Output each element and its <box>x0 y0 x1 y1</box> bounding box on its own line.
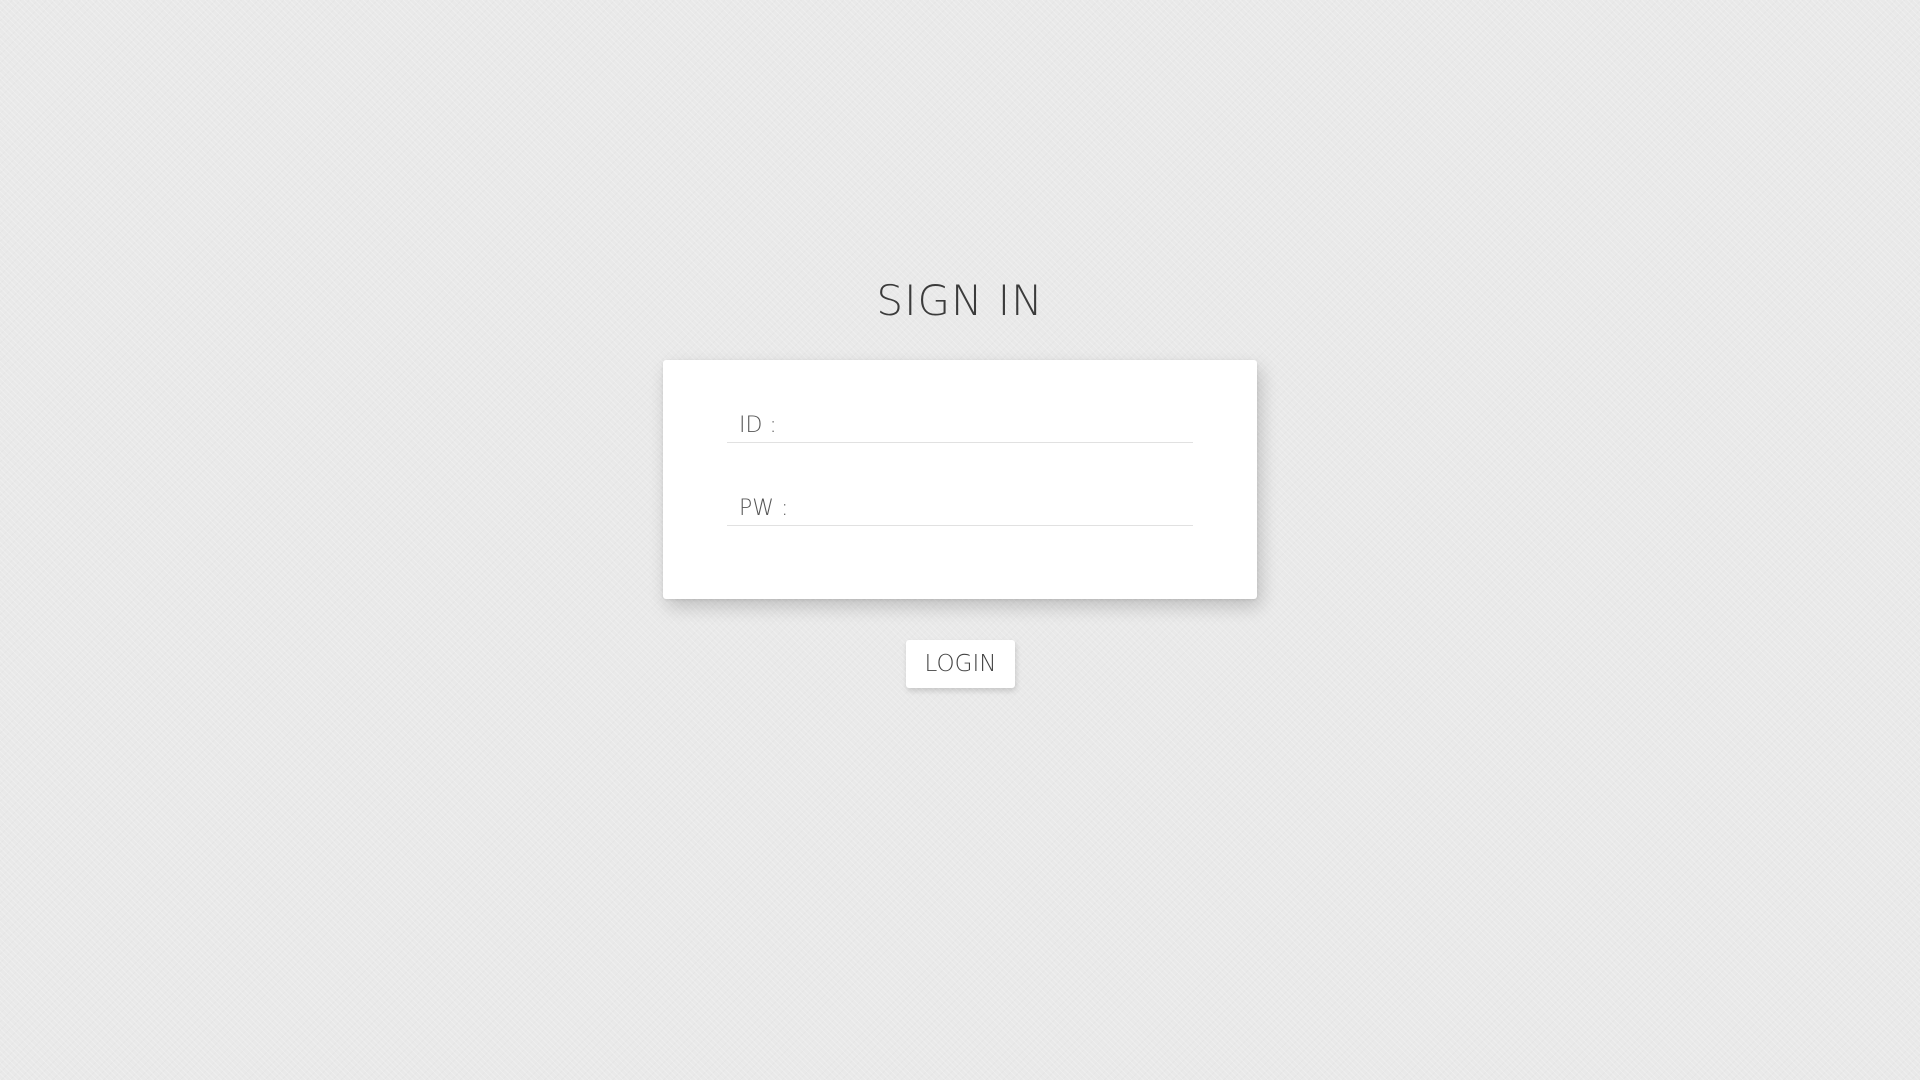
page-title: SIGN IN <box>876 276 1044 325</box>
pw-label: PW : <box>739 495 789 521</box>
pw-field-row: PW : <box>727 491 1193 526</box>
id-label: ID : <box>739 412 777 438</box>
id-input[interactable] <box>776 409 1193 441</box>
login-form-card: ID : PW : <box>663 360 1257 599</box>
id-field-row: ID : <box>727 408 1193 443</box>
login-button[interactable]: LOGIN <box>906 640 1015 688</box>
pw-input[interactable] <box>788 492 1193 524</box>
